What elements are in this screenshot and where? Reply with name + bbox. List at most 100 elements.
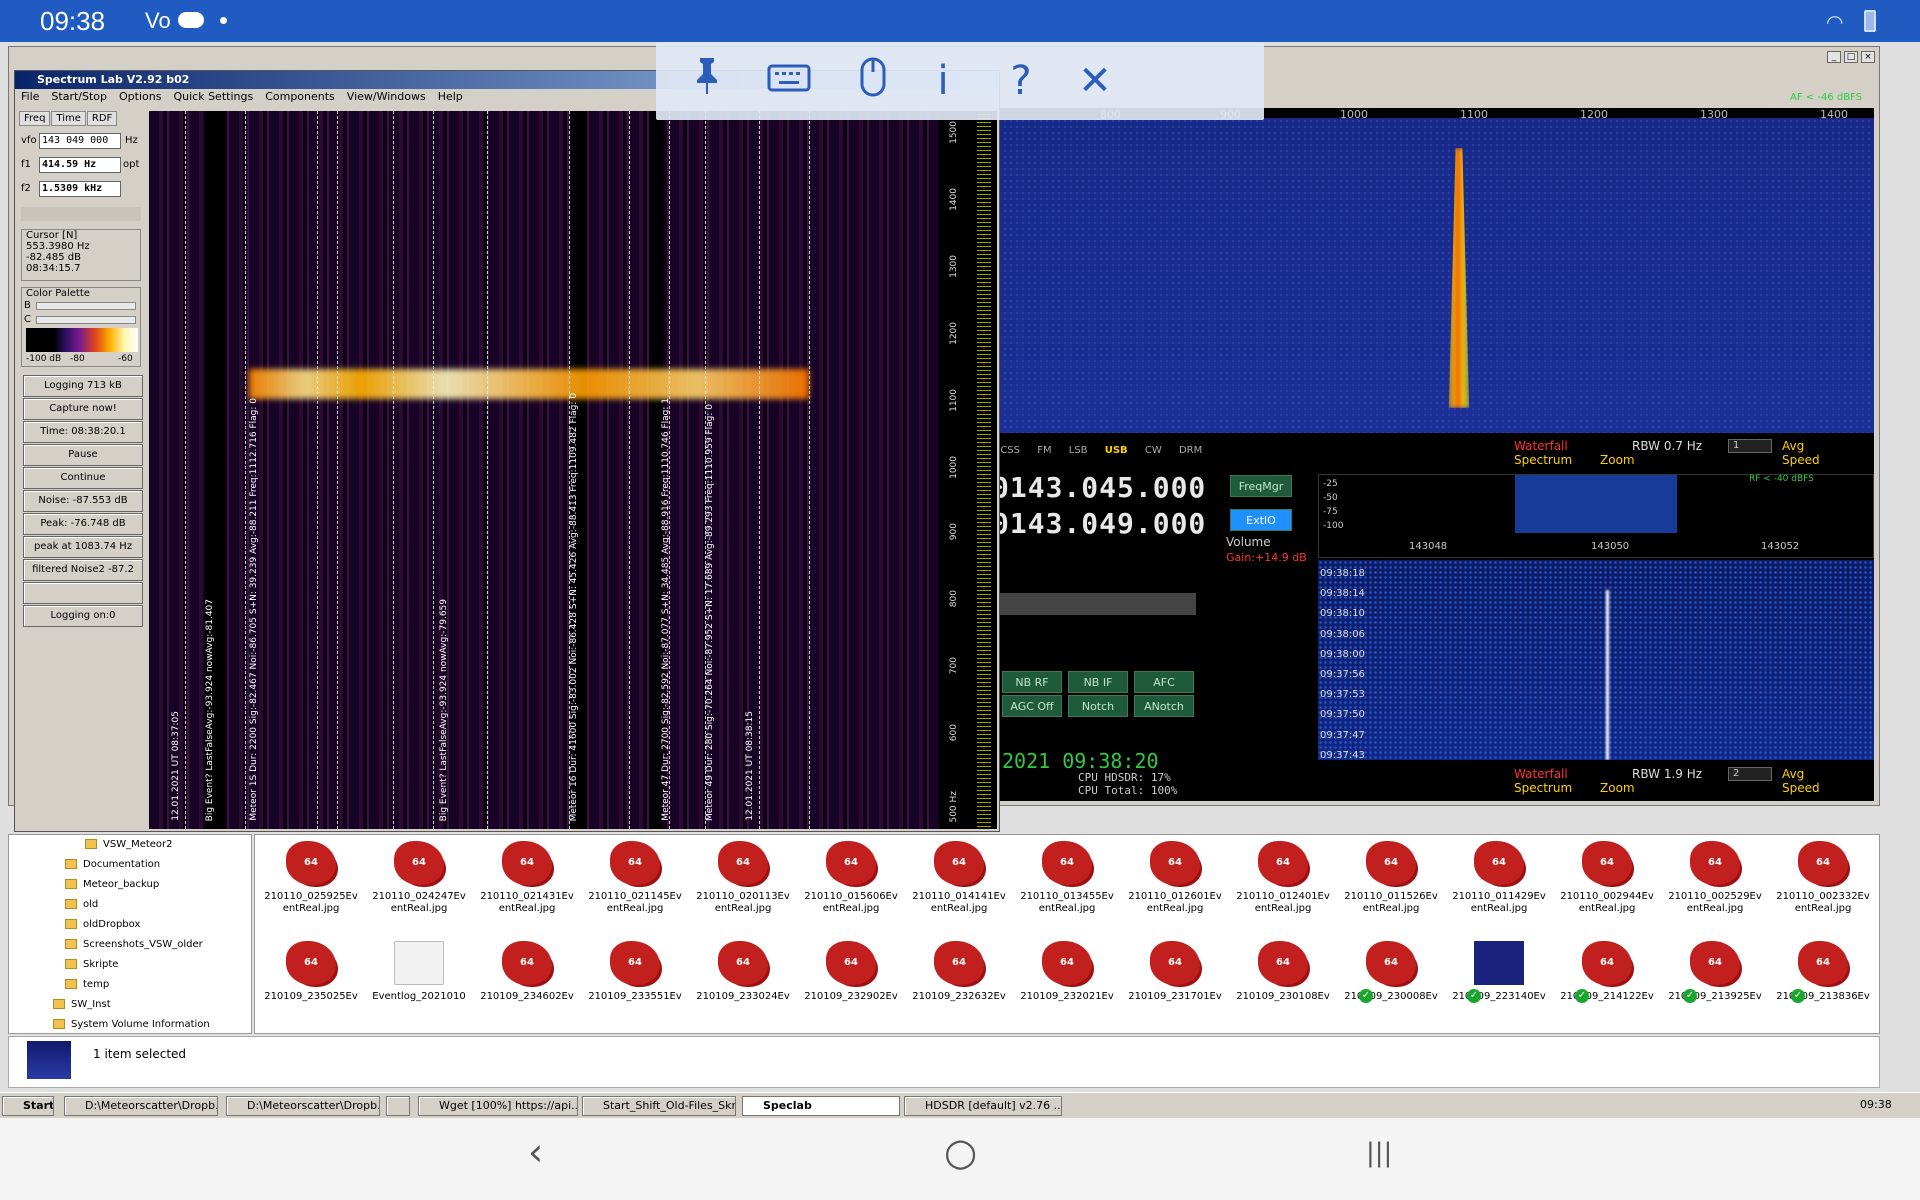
tree-item[interactable]: temp	[65, 979, 109, 990]
rf-waterfall[interactable]: 09:38:18 09:38:14 09:38:10 09:38:06 09:38:00…	[1318, 560, 1874, 760]
speclab-button[interactable]: peak at 1083.74 Hz	[23, 536, 143, 558]
tree-item[interactable]: Skripte	[65, 959, 118, 970]
file-item[interactable]: Eventlog_2021010	[367, 937, 471, 1037]
agc-button[interactable]: AGC Off	[1002, 695, 1062, 717]
menu-item-options[interactable]: Options	[119, 90, 161, 103]
avg-select-1[interactable]: 1	[1728, 439, 1772, 453]
speclab-button[interactable]: Continue	[23, 467, 143, 489]
home-icon[interactable]: ○	[944, 1130, 977, 1174]
file-item[interactable]: 64 210109_232021Ev	[1015, 937, 1119, 1037]
tree-item[interactable]: old	[65, 899, 98, 910]
file-item[interactable]: 64 ✓ 210109_213836Ev	[1771, 937, 1875, 1037]
brightness-slider[interactable]	[36, 302, 136, 310]
tab-freq[interactable]: Freq	[19, 111, 51, 126]
file-item[interactable]: 64 210110_011429Ev entReal.jpg	[1447, 837, 1551, 937]
file-item[interactable]: 64 210109_233551Ev	[583, 937, 687, 1037]
extio-button[interactable]: ExtIO	[1230, 509, 1292, 531]
tree-item[interactable]: oldDropbox	[65, 919, 140, 930]
file-item[interactable]: 64 ✓ 210109_213925Ev	[1663, 937, 1767, 1037]
menu-item-components[interactable]: Components	[265, 90, 335, 103]
f2-field[interactable]: 1.5309 kHz	[39, 181, 121, 197]
mode-lsb[interactable]: LSB	[1069, 445, 1088, 456]
tree-item[interactable]: Documentation	[65, 859, 160, 870]
speclab-button[interactable]: Logging on:0	[23, 605, 143, 627]
tree-item[interactable]: Meteor_backup	[65, 879, 159, 890]
rf-spectrum[interactable]: -25 -50 -75 -100 143048 143050 143052 RF…	[1318, 474, 1874, 558]
tab-time[interactable]: Time	[51, 111, 86, 126]
hdsdr-af-waterfall[interactable]	[990, 118, 1874, 433]
file-item[interactable]: 64 210109_230108Ev	[1231, 937, 1335, 1037]
menu-item-view-windows[interactable]: View/Windows	[347, 90, 426, 103]
speclab-button[interactable]: Noise: -87.553 dB	[23, 490, 143, 512]
file-item[interactable]: 64 210109_234602Ev	[475, 937, 579, 1037]
mode-usb[interactable]: USB	[1105, 445, 1128, 456]
contrast-slider[interactable]	[36, 316, 136, 324]
speclab-button[interactable]: Pause	[23, 444, 143, 466]
notch-button[interactable]: Notch	[1068, 695, 1128, 717]
speclab-waterfall[interactable]: 12.01.2021 UT 08:37:05 Big Event? LastFal…	[149, 111, 939, 829]
speclab-button[interactable]: filtered Noise2 -87.2 dB	[23, 559, 143, 595]
file-item[interactable]: 64 210110_025925Ev entReal.jpg	[259, 837, 363, 937]
freq-nav-buttons[interactable]	[21, 207, 141, 221]
file-item[interactable]: 64 210109_232632Ev	[907, 937, 1011, 1037]
anotch-button[interactable]: ANotch	[1134, 695, 1194, 717]
tree-item[interactable]: SW_Inst	[53, 999, 111, 1010]
back-icon[interactable]: ‹	[528, 1130, 543, 1174]
taskbar-speclab[interactable]: Speclab	[742, 1096, 900, 1116]
file-item[interactable]: 64 ✓ 210109_214122Ev	[1555, 937, 1659, 1037]
tree-item[interactable]: VSW_Meteor2	[85, 839, 173, 850]
keyboard-icon[interactable]	[764, 56, 814, 106]
mode-cw[interactable]: CW	[1145, 445, 1162, 456]
avg-select-2[interactable]: 2	[1728, 767, 1772, 781]
menu-item-file[interactable]: File	[21, 90, 39, 103]
pin-icon[interactable]	[682, 56, 732, 108]
close-icon[interactable]: ✕	[1070, 56, 1120, 106]
file-item[interactable]: ✓ 210109_223140Ev	[1447, 937, 1551, 1037]
mode-drm[interactable]: DRM	[1179, 445, 1202, 456]
file-item[interactable]: 64 210110_011526Ev entReal.jpg	[1339, 837, 1443, 937]
file-item[interactable]: 64 210110_014141Ev entReal.jpg	[907, 837, 1011, 937]
taskbar-explorer-1[interactable]: D:\Meteorscatter\Dropb...	[64, 1096, 218, 1116]
file-item[interactable]: 64 210109_232902Ev	[799, 937, 903, 1037]
minimize-button[interactable]: _	[1827, 51, 1841, 63]
afc-button[interactable]: AFC	[1134, 671, 1194, 693]
menu-item-quick-settings[interactable]: Quick Settings	[173, 90, 253, 103]
transport-controls[interactable]	[996, 593, 1196, 615]
f1-field[interactable]: 414.59 Hz	[39, 157, 121, 173]
taskbar-shift-script[interactable]: Start_Shift_Old-Files_Skr...	[582, 1096, 736, 1116]
freqmgr-button[interactable]: FreqMgr	[1230, 475, 1292, 497]
mode-fm[interactable]: FM	[1037, 445, 1051, 456]
speclab-button[interactable]	[23, 582, 143, 604]
lo-frequency[interactable]: 0143.045.000	[992, 471, 1206, 504]
file-item[interactable]: 64 210110_015606Ev entReal.jpg	[799, 837, 903, 937]
help-icon[interactable]: ?	[996, 56, 1046, 106]
taskbar-wget[interactable]: Wget [100%] https://api...	[418, 1096, 578, 1116]
file-item[interactable]: 64 210110_002944Ev entReal.jpg	[1555, 837, 1659, 937]
tab-rdf[interactable]: RDF	[86, 111, 118, 126]
file-item[interactable]: 64 210110_013455Ev entReal.jpg	[1015, 837, 1119, 937]
taskbar-explorer-2[interactable]: D:\Meteorscatter\Dropb...	[226, 1096, 380, 1116]
speclab-button[interactable]: Logging 713 kB	[23, 375, 143, 397]
vfo-field[interactable]: 143 049 000	[39, 133, 121, 149]
menu-item-help[interactable]: Help	[438, 90, 463, 103]
f1-opt[interactable]: opt	[123, 159, 139, 170]
speclab-button[interactable]: Time: 08:38:20.1	[23, 421, 143, 443]
file-item[interactable]: 64 210110_021145Ev entReal.jpg	[583, 837, 687, 937]
file-item[interactable]: 64 210110_021431Ev entReal.jpg	[475, 837, 579, 937]
speclab-button[interactable]: Capture now!	[23, 398, 143, 420]
start-button[interactable]: Start	[2, 1096, 54, 1116]
nb-rf-button[interactable]: NB RF	[1002, 671, 1062, 693]
file-item[interactable]: 64 210110_012601Ev entReal.jpg	[1123, 837, 1227, 937]
file-item[interactable]: 64 210110_002529Ev entReal.jpg	[1663, 837, 1767, 937]
file-item[interactable]: 64 210110_012401Ev entReal.jpg	[1231, 837, 1335, 937]
file-item[interactable]: 64 210109_233024Ev	[691, 937, 795, 1037]
menu-item-start-stop[interactable]: Start/Stop	[51, 90, 107, 103]
recents-icon[interactable]: |||	[1366, 1138, 1392, 1168]
mouse-icon[interactable]	[848, 56, 898, 110]
maximize-button[interactable]: □	[1844, 51, 1858, 63]
file-item[interactable]: 64 ✓ 210109_230008Ev	[1339, 937, 1443, 1037]
info-icon[interactable]: i	[918, 56, 968, 106]
file-item[interactable]: 64 210110_002332Ev entReal.jpg	[1771, 837, 1875, 937]
file-item[interactable]: 64 210110_024247Ev entReal.jpg	[367, 837, 471, 937]
file-item[interactable]: 64 210109_235025Ev	[259, 937, 363, 1037]
